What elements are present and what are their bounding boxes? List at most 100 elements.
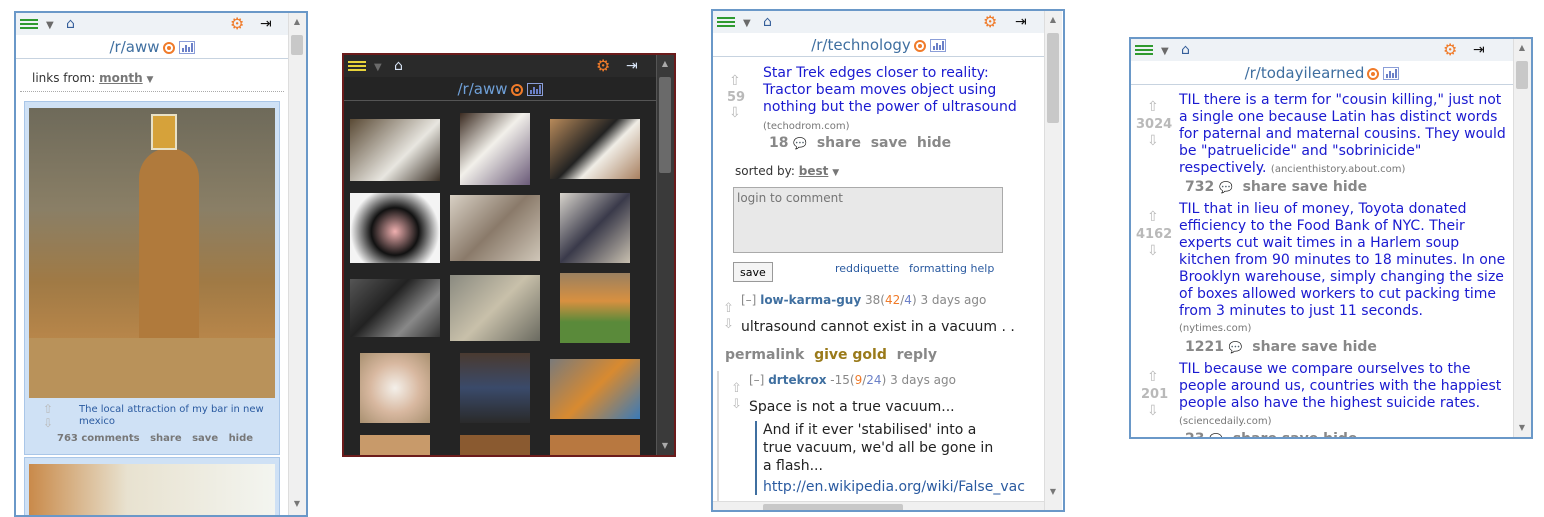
stats-icon[interactable]: [1383, 67, 1400, 80]
comments-link[interactable]: 763 comments: [57, 433, 140, 444]
menu-icon[interactable]: [348, 59, 366, 73]
home-icon[interactable]: ⌂: [394, 57, 403, 75]
post-card[interactable]: ⇧ ⇩ The local attraction of my bar in ne…: [24, 101, 280, 455]
target-icon[interactable]: [162, 42, 175, 54]
chevron-down-icon[interactable]: ▼: [46, 17, 54, 35]
scroll-up-arrow[interactable]: ▲: [289, 17, 305, 26]
menu-icon[interactable]: [717, 15, 735, 29]
scroll-thumb[interactable]: [659, 77, 671, 173]
upvote-icon[interactable]: ⇧: [731, 381, 742, 396]
gear-icon[interactable]: ⚙: [983, 13, 997, 31]
thumbnail[interactable]: [450, 275, 540, 341]
scroll-up-arrow[interactable]: ▲: [657, 59, 673, 68]
thumbnail[interactable]: [360, 353, 430, 423]
post-image[interactable]: [29, 464, 275, 515]
quote-url[interactable]: http://en.wikipedia.org/wiki/False_vac: [763, 479, 1043, 495]
gear-icon[interactable]: ⚙: [596, 57, 610, 75]
post-image-dog[interactable]: [29, 108, 275, 398]
downvote-icon[interactable]: ⇩: [1147, 133, 1159, 149]
save-link[interactable]: save: [1301, 339, 1337, 355]
reddiquette-link[interactable]: reddiquette: [835, 262, 899, 275]
scrollbar[interactable]: ▲ ▼: [656, 55, 674, 455]
comment-bubble-icon[interactable]: 💬: [793, 137, 807, 150]
target-icon[interactable]: [1367, 68, 1380, 80]
downvote-icon[interactable]: ⇩: [1147, 243, 1159, 259]
thumbnail[interactable]: [460, 113, 530, 185]
post-title[interactable]: TIL that in lieu of money, Toyota donate…: [1179, 201, 1505, 319]
login-icon[interactable]: ⇥: [1473, 41, 1485, 59]
target-icon[interactable]: [913, 40, 926, 52]
comment-bubble-icon[interactable]: 💬: [1219, 181, 1233, 194]
stats-icon[interactable]: [526, 83, 543, 96]
menu-icon[interactable]: [20, 17, 38, 31]
reply-link[interactable]: reply: [897, 347, 937, 363]
hide-link[interactable]: hide: [917, 135, 951, 151]
hide-link[interactable]: hide: [1323, 431, 1357, 437]
share-link[interactable]: share: [817, 135, 861, 151]
scroll-down-arrow[interactable]: ▼: [1045, 487, 1061, 496]
home-icon[interactable]: ⌂: [1181, 41, 1190, 59]
downvote-icon[interactable]: ⇩: [729, 105, 741, 121]
thumbnail[interactable]: [350, 279, 440, 337]
save-link[interactable]: save: [1292, 179, 1328, 195]
downvote-icon[interactable]: ⇩: [731, 397, 742, 412]
horizontal-scrollbar[interactable]: [713, 501, 1044, 510]
comment-textarea[interactable]: [733, 187, 1003, 253]
upvote-icon[interactable]: ⇧: [723, 301, 734, 316]
downvote-icon[interactable]: ⇩: [723, 317, 734, 332]
post-domain[interactable]: (ancienthistory.about.com): [1271, 164, 1406, 175]
scrollbar[interactable]: ▲ ▼: [1513, 39, 1531, 437]
upvote-icon[interactable]: ⇧: [1147, 209, 1159, 225]
hide-link[interactable]: hide: [1343, 339, 1377, 355]
home-icon[interactable]: ⌂: [66, 15, 75, 33]
thumbnail[interactable]: [560, 193, 630, 263]
home-icon[interactable]: ⌂: [763, 13, 772, 31]
comment-count[interactable]: 23: [1185, 431, 1204, 437]
share-link[interactable]: share: [1233, 431, 1277, 437]
subreddit-title[interactable]: /r/aww: [457, 80, 507, 98]
scrollbar[interactable]: ▲ ▼: [288, 13, 306, 515]
scroll-down-arrow[interactable]: ▼: [1514, 423, 1530, 432]
comment-bubble-icon[interactable]: 💬: [1209, 433, 1223, 437]
stats-icon[interactable]: [178, 41, 195, 54]
post-domain[interactable]: (sciencedaily.com): [1179, 416, 1272, 427]
save-link[interactable]: save: [871, 135, 907, 151]
post-card[interactable]: [24, 457, 280, 515]
upvote-icon[interactable]: ⇧: [1147, 369, 1159, 385]
thumbnail[interactable]: [560, 273, 630, 343]
share-link[interactable]: share: [150, 433, 182, 444]
subreddit-title[interactable]: /r/todayilearned: [1245, 64, 1365, 82]
hide-link[interactable]: hide: [1333, 179, 1367, 195]
collapse-toggle[interactable]: [–]: [741, 293, 756, 307]
comment-author[interactable]: drtekrox: [768, 373, 826, 387]
post-title[interactable]: TIL because we compare ourselves to the …: [1179, 361, 1501, 411]
scroll-up-arrow[interactable]: ▲: [1045, 15, 1061, 24]
post-title[interactable]: Star Trek edges closer to reality: Tract…: [763, 65, 1031, 116]
share-link[interactable]: share: [1243, 179, 1287, 195]
target-icon[interactable]: [510, 84, 523, 96]
login-icon[interactable]: ⇥: [626, 57, 638, 75]
scroll-down-arrow[interactable]: ▼: [657, 441, 673, 450]
chevron-down-icon[interactable]: ▼: [832, 168, 839, 178]
downvote-icon[interactable]: ⇩: [1147, 403, 1159, 419]
menu-icon[interactable]: [1135, 43, 1153, 57]
chevron-down-icon[interactable]: ▼: [1161, 43, 1169, 61]
scroll-thumb[interactable]: [291, 35, 303, 55]
save-comment-button[interactable]: save: [733, 262, 773, 282]
thumbnail[interactable]: [550, 119, 640, 179]
comment-count[interactable]: 18: [769, 135, 788, 151]
downvote-icon[interactable]: ⇩: [43, 416, 53, 430]
scroll-thumb[interactable]: [1047, 33, 1059, 123]
save-link[interactable]: save: [192, 433, 218, 444]
upvote-icon[interactable]: ⇧: [1147, 99, 1159, 115]
subreddit-title[interactable]: /r/technology: [811, 36, 911, 54]
hide-link[interactable]: hide: [229, 433, 254, 444]
gear-icon[interactable]: ⚙: [230, 15, 244, 33]
thumbnail[interactable]: [350, 193, 440, 263]
post-domain[interactable]: (techodrom.com): [763, 121, 849, 132]
scrollbar[interactable]: ▲ ▼: [1044, 11, 1062, 510]
upvote-icon[interactable]: ⇧: [43, 402, 53, 416]
thumbnail[interactable]: [460, 353, 530, 423]
permalink-link[interactable]: permalink: [725, 347, 804, 363]
give-gold-link[interactable]: give gold: [814, 347, 887, 363]
